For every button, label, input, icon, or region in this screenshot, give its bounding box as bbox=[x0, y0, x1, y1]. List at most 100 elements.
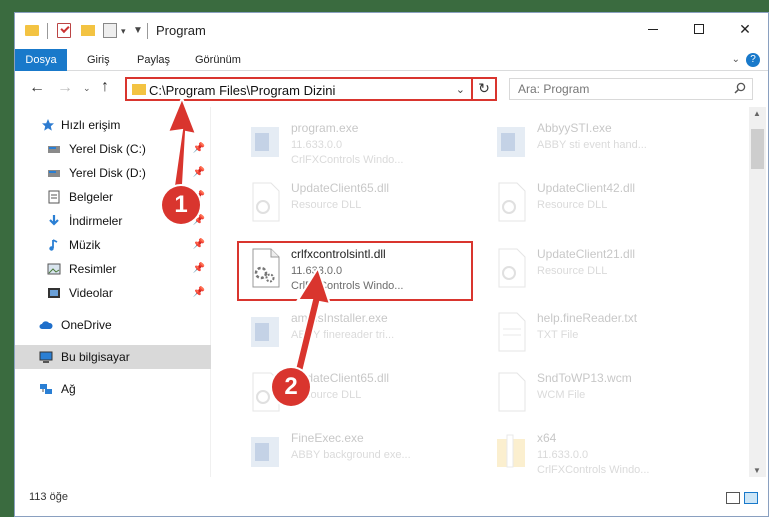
tab-share[interactable]: Paylaş bbox=[127, 49, 180, 71]
list-item[interactable]: SndToWP13.wcm WCM File bbox=[479, 363, 719, 423]
file-name: help.fineReader.txt bbox=[537, 311, 638, 325]
network-icon bbox=[40, 384, 52, 394]
address-bar[interactable]: C:\Program Files\Program Dizini ⌄ ↻ bbox=[125, 77, 497, 101]
sidebar-item-label: İndirmeler bbox=[69, 214, 123, 228]
list-item[interactable]: x64 11.633.0.0 CrlFXControls Windo... bbox=[479, 423, 719, 477]
pin-icon[interactable]: 📌 bbox=[193, 287, 205, 298]
list-item[interactable]: ammsInstaller.exe ABBY finereader tri... bbox=[233, 303, 473, 363]
file-name: x64 bbox=[537, 431, 557, 445]
sidebar-item-this-pc[interactable]: Bu bilgisayar bbox=[15, 345, 211, 369]
details-view-icon[interactable] bbox=[726, 492, 740, 504]
sidebar-item-music[interactable]: Müzik 📌 bbox=[15, 233, 211, 257]
file-detail: ABBY finereader tri... bbox=[291, 329, 395, 341]
ribbon-tabs: Dosya Giriş Paylaş Görünüm ⌄ ? bbox=[15, 49, 768, 71]
search-icon bbox=[734, 82, 746, 94]
file-detail: 11.633.0.0 bbox=[291, 139, 343, 151]
back-arrow-icon[interactable]: ← bbox=[29, 79, 45, 97]
pin-icon[interactable]: 📌 bbox=[193, 239, 205, 250]
tab-file[interactable]: Dosya bbox=[15, 49, 67, 71]
tab-view[interactable]: Görünüm bbox=[185, 49, 251, 71]
pin-icon[interactable]: 📌 bbox=[193, 167, 205, 178]
refresh-icon[interactable]: ↻ bbox=[471, 77, 495, 101]
address-text[interactable]: C:\Program Files\Program Dizini bbox=[149, 83, 335, 98]
minimize-icon bbox=[648, 28, 658, 30]
exe-icon bbox=[251, 317, 279, 347]
scrollbar-thumb[interactable] bbox=[751, 129, 764, 169]
sidebar-item-local-disk-d[interactable]: Yerel Disk (D:) 📌 bbox=[15, 161, 211, 185]
search-box[interactable]: Ara: Program bbox=[509, 78, 753, 100]
sidebar-item-label: Yerel Disk (D:) bbox=[69, 166, 146, 180]
file-name: UpdateClient42.dll bbox=[537, 181, 636, 195]
file-name: UpdateClient21.dll bbox=[537, 247, 636, 261]
search-input[interactable]: Ara: Program bbox=[518, 82, 589, 96]
sidebar-item-videos[interactable]: Videolar 📌 bbox=[15, 281, 211, 305]
vertical-scrollbar[interactable]: ▲ ▼ bbox=[749, 107, 766, 477]
list-item[interactable]: UpdateClient65.dll Resource DLL bbox=[233, 173, 473, 233]
list-item[interactable]: program.exe 11.633.0.0 CrlFXControls Win… bbox=[233, 113, 473, 173]
dll-icon bbox=[252, 182, 280, 222]
list-item[interactable]: UpdateClient21.dll Resource DLL bbox=[479, 239, 719, 299]
maximize-button[interactable] bbox=[676, 13, 722, 45]
title-bar: ▾ ▼ Program ✕ bbox=[15, 13, 768, 49]
file-name: program.exe bbox=[291, 121, 359, 135]
drive-icon bbox=[48, 170, 60, 177]
list-item[interactable]: AbbyySTI.exe ABBY sti event hand... bbox=[479, 113, 719, 173]
exe-icon bbox=[497, 127, 525, 157]
minimize-button[interactable] bbox=[630, 13, 676, 45]
txt-icon bbox=[498, 312, 526, 352]
pin-icon[interactable]: 📌 bbox=[193, 263, 205, 274]
highlight-box bbox=[237, 241, 473, 301]
wcm-icon bbox=[498, 372, 526, 412]
star-icon bbox=[42, 119, 54, 131]
step-marker-2: 2 bbox=[272, 368, 310, 406]
exe-icon bbox=[251, 437, 279, 467]
scroll-down-icon[interactable]: ▼ bbox=[753, 466, 761, 475]
help-icon[interactable]: ? bbox=[746, 53, 760, 67]
list-item[interactable]: UpdateClient65.dll Resource DLL bbox=[233, 363, 473, 423]
pin-icon[interactable]: 📌 bbox=[193, 143, 205, 154]
item-count: 113 öğe bbox=[29, 491, 68, 503]
file-detail: CrlFXControls Windo... bbox=[537, 464, 650, 476]
chevron-down-icon[interactable]: ⌄ bbox=[732, 54, 740, 65]
sidebar-item-label: Hızlı erişim bbox=[61, 118, 121, 132]
forward-arrow-icon[interactable]: → bbox=[57, 79, 73, 97]
file-name: AbbyySTI.exe bbox=[537, 121, 612, 135]
up-arrow-icon[interactable]: ↑ bbox=[101, 78, 109, 96]
sidebar-item-onedrive[interactable]: OneDrive bbox=[15, 313, 211, 337]
quick-access-dropdown[interactable]: ▾ bbox=[121, 26, 126, 37]
sidebar-item-pictures[interactable]: Resimler 📌 bbox=[15, 257, 211, 281]
file-detail: ABBY background exe... bbox=[291, 449, 411, 461]
close-button[interactable]: ✕ bbox=[722, 13, 768, 45]
list-item[interactable]: help.fineReader.txt TXT File bbox=[479, 303, 719, 363]
folder-icon bbox=[132, 84, 146, 95]
sidebar-item-label: Belgeler bbox=[69, 190, 114, 204]
folder-icon bbox=[497, 434, 525, 468]
folder-icon bbox=[25, 25, 39, 36]
sidebar-item-label: Yerel Disk (C:) bbox=[69, 142, 146, 156]
dll-icon bbox=[498, 182, 526, 222]
list-item[interactable]: FineExec.exe ABBY background exe... bbox=[233, 423, 473, 477]
sidebar-item-label: Videolar bbox=[69, 286, 113, 300]
properties-icon[interactable] bbox=[103, 23, 117, 38]
sidebar-item-network[interactable]: Ağ bbox=[15, 377, 211, 401]
new-folder-icon[interactable] bbox=[81, 25, 95, 36]
large-icons-view-icon[interactable] bbox=[744, 492, 758, 504]
file-detail: CrlFXControls Windo... bbox=[291, 154, 404, 166]
chevron-down-icon[interactable]: ⌄ bbox=[456, 83, 465, 96]
divider bbox=[147, 23, 148, 39]
recent-locations-chevron-icon[interactable]: ⌄ bbox=[83, 83, 91, 94]
chevron-down-icon[interactable]: ▼ bbox=[133, 25, 143, 36]
scroll-up-icon[interactable]: ▲ bbox=[753, 109, 761, 118]
sidebar-item-quick-access[interactable]: Hızlı erişim bbox=[15, 113, 211, 137]
sidebar-item-label: Müzik bbox=[69, 238, 101, 252]
tab-home[interactable]: Giriş bbox=[77, 49, 120, 71]
list-item[interactable]: UpdateClient42.dll Resource DLL bbox=[479, 173, 719, 233]
sidebar-item-label: Bu bilgisayar bbox=[61, 350, 130, 364]
explorer-window: ▾ ▼ Program ✕ Dosya Giriş Paylaş Görünüm… bbox=[14, 12, 769, 517]
sidebar-item-local-disk-c[interactable]: Yerel Disk (C:) 📌 bbox=[15, 137, 211, 161]
sidebar-item-label: Resimler bbox=[69, 262, 117, 276]
close-icon: ✕ bbox=[739, 20, 751, 37]
properties-check-icon[interactable] bbox=[57, 23, 71, 38]
file-detail: ABBY sti event hand... bbox=[537, 139, 647, 151]
download-icon bbox=[49, 215, 59, 226]
